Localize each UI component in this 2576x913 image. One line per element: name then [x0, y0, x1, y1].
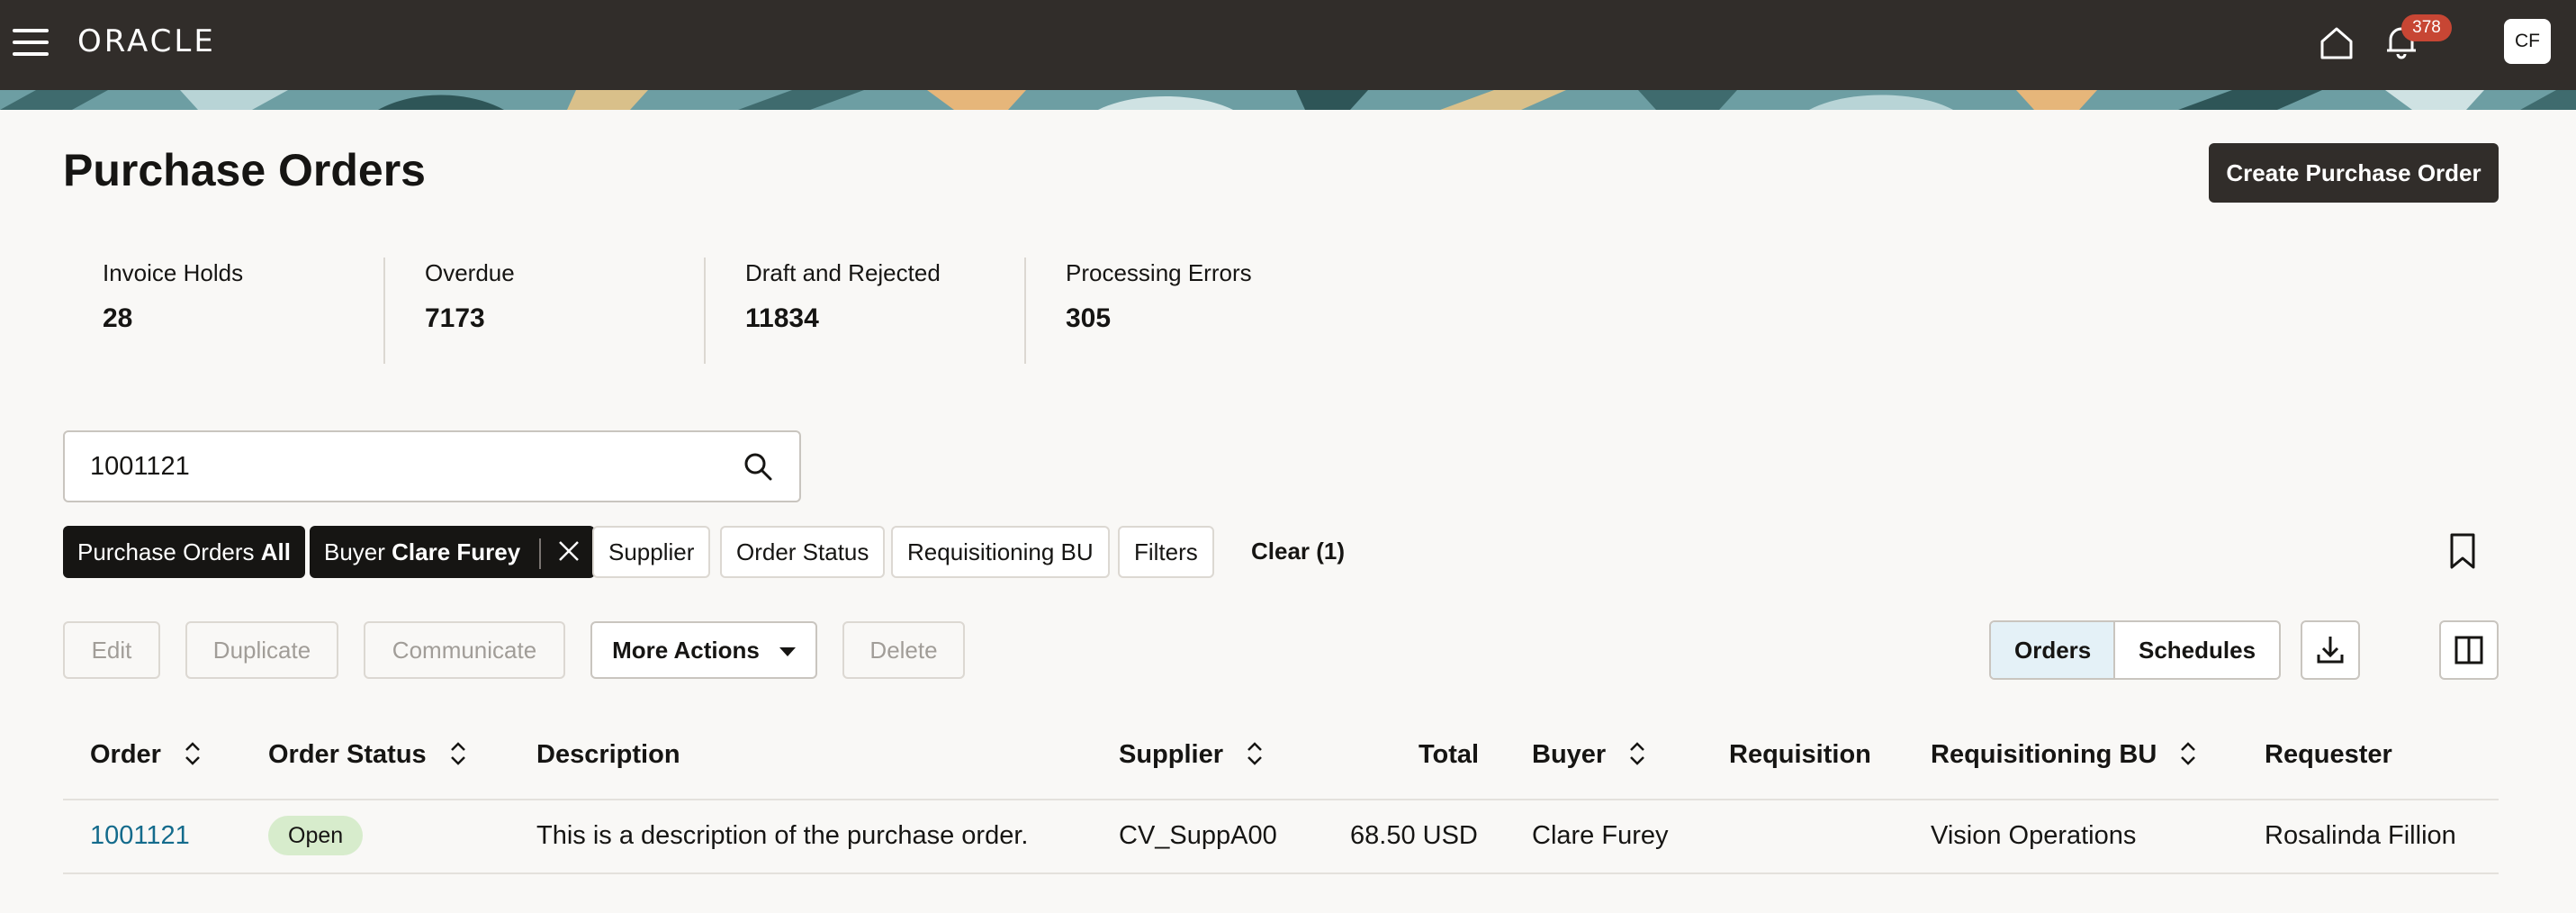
column-header-buyer[interactable]: Buyer	[1532, 740, 1647, 770]
oracle-logo[interactable]: ORACLE	[77, 23, 216, 59]
metric-label: Draft and Rejected	[745, 259, 941, 286]
order-requisitioning-bu: Vision Operations	[1931, 821, 2137, 850]
metric-value: 28	[103, 303, 133, 333]
chip-label: Purchase Orders	[77, 538, 255, 565]
sort-icon[interactable]	[1627, 739, 1647, 768]
metric-value: 11834	[745, 303, 819, 333]
order-number-link[interactable]: 1001121	[90, 821, 190, 851]
view-orders-button[interactable]: Orders	[1991, 622, 2115, 678]
sort-icon[interactable]	[448, 739, 468, 768]
search-box	[63, 430, 801, 502]
view-toggle: Orders Schedules	[1989, 620, 2282, 680]
metric-label: Overdue	[425, 259, 515, 286]
metric-label: Processing Errors	[1066, 259, 1252, 286]
column-header-supplier[interactable]: Supplier	[1119, 740, 1265, 770]
column-header-requisition: Requisition	[1729, 740, 1871, 769]
filter-chip-supplier[interactable]: Supplier	[592, 526, 711, 578]
column-header-label: Requisitioning BU	[1931, 740, 2157, 769]
columns-icon	[2454, 636, 2483, 664]
bookmark-icon[interactable]	[2445, 529, 2481, 573]
filter-chip-order-status[interactable]: Order Status	[720, 526, 886, 578]
metric-value: 305	[1066, 303, 1112, 333]
user-avatar[interactable]: CF	[2504, 19, 2551, 64]
metric-draft-and-rejected[interactable]: Draft and Rejected 11834	[704, 258, 1024, 364]
column-header-total: Total	[1419, 740, 1480, 769]
clear-filters-link[interactable]: Clear (1)	[1251, 538, 1345, 565]
metric-invoice-holds[interactable]: Invoice Holds 28	[63, 258, 383, 364]
chevron-down-icon	[779, 646, 796, 656]
top-bar: ORACLE 378 CF	[0, 0, 2576, 90]
sort-icon[interactable]	[2178, 739, 2198, 768]
metric-value: 7173	[425, 303, 485, 333]
filter-chip-purchase-orders[interactable]: Purchase Orders All	[63, 526, 305, 578]
chip-divider	[539, 538, 542, 570]
view-schedules-button[interactable]: Schedules	[2115, 622, 2279, 678]
chip-label: Buyer	[324, 538, 385, 565]
filter-chip-filters[interactable]: Filters	[1118, 526, 1214, 578]
metric-processing-errors[interactable]: Processing Errors 305	[1024, 258, 1345, 364]
delete-button[interactable]: Delete	[842, 621, 965, 679]
close-icon[interactable]	[557, 539, 581, 563]
more-actions-button[interactable]: More Actions	[590, 621, 817, 679]
order-buyer: Clare Furey	[1532, 821, 1669, 850]
order-total: 68.50 USD	[1350, 821, 1478, 850]
metric-label: Invoice Holds	[103, 259, 244, 286]
table-header-divider	[63, 799, 2499, 800]
column-header-label: Order	[90, 740, 161, 769]
filter-chip-requisitioning-bu[interactable]: Requisitioning BU	[891, 526, 1110, 578]
page-title: Purchase Orders	[63, 145, 426, 195]
decorative-banner	[0, 90, 2576, 110]
table-row-divider	[63, 872, 2499, 874]
search-input[interactable]	[90, 447, 720, 486]
column-header-requisitioning-bu[interactable]: Requisitioning BU	[1931, 740, 2198, 770]
metrics-bar: Invoice Holds 28 Overdue 7173 Draft and …	[63, 258, 1345, 364]
column-header-description: Description	[536, 740, 680, 769]
order-requester: Rosalinda Fillion	[2265, 821, 2456, 850]
split-view-button[interactable]	[2439, 620, 2499, 680]
column-header-label: Supplier	[1119, 740, 1224, 769]
column-header-requester: Requester	[2265, 740, 2392, 769]
column-header-order[interactable]: Order	[90, 740, 203, 770]
metric-overdue[interactable]: Overdue 7173	[383, 258, 704, 364]
duplicate-button[interactable]: Duplicate	[185, 621, 338, 679]
more-actions-label: More Actions	[612, 636, 760, 664]
notification-badge: 378	[2401, 14, 2452, 41]
chip-value: All	[260, 538, 291, 565]
filter-chip-buyer[interactable]: Buyer Clare Furey	[310, 526, 595, 578]
order-supplier: CV_SuppA00	[1119, 821, 1277, 850]
home-icon[interactable]	[2317, 23, 2356, 63]
download-icon	[2317, 637, 2344, 664]
search-icon[interactable]	[742, 450, 776, 484]
download-button[interactable]	[2301, 620, 2360, 680]
edit-button[interactable]: Edit	[63, 621, 160, 679]
chip-value: Clare Furey	[392, 538, 521, 565]
column-header-label: Buyer	[1532, 740, 1607, 769]
order-description: This is a description of the purchase or…	[536, 821, 1029, 850]
create-purchase-order-button[interactable]: Create Purchase Order	[2209, 143, 2499, 203]
sort-icon[interactable]	[183, 739, 203, 768]
column-header-order-status[interactable]: Order Status	[268, 740, 468, 770]
menu-icon[interactable]	[13, 29, 49, 58]
sort-icon[interactable]	[1245, 739, 1265, 768]
communicate-button[interactable]: Communicate	[364, 621, 565, 679]
status-badge: Open	[268, 816, 364, 855]
column-header-label: Order Status	[268, 740, 427, 769]
